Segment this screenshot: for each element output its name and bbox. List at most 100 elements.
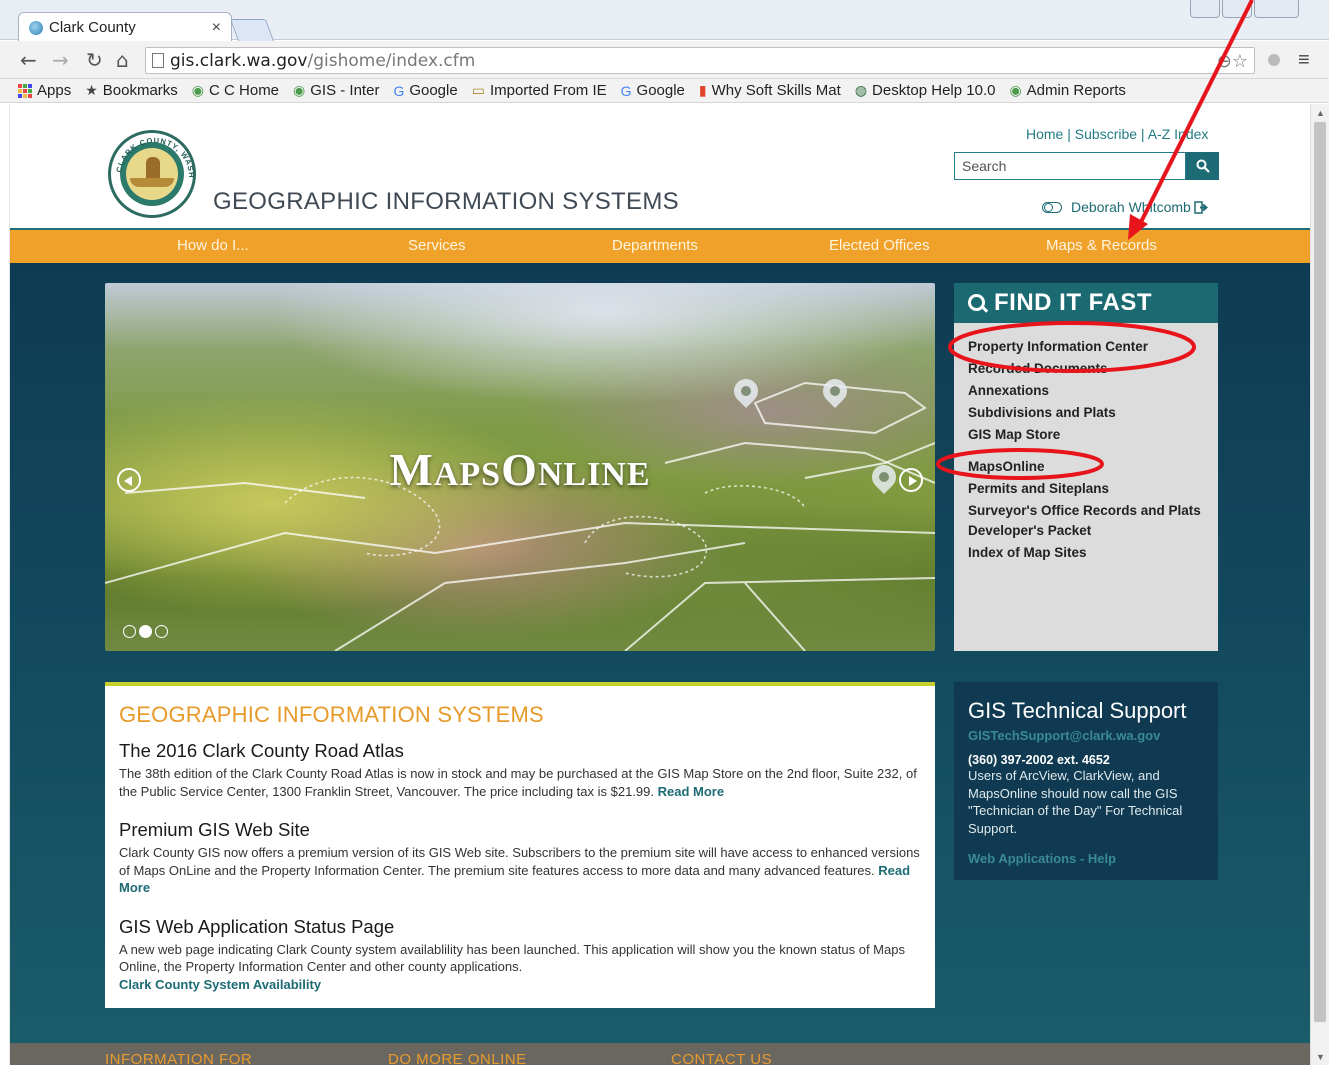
bookmark-item[interactable]: G Google: [393, 82, 457, 99]
menu-icon[interactable]: ≡: [1298, 49, 1310, 72]
article-body: Clark County GIS now offers a premium ve…: [119, 844, 921, 897]
bookmark-item[interactable]: ◍ Desktop Help 10.0: [855, 82, 996, 99]
main-navigation: How do I... Services Departments Elected…: [10, 230, 1310, 263]
toggle-icon[interactable]: [1042, 201, 1062, 213]
find-it-fast-title: FIND IT FAST: [994, 289, 1152, 316]
bookmark-label: Google: [409, 82, 458, 99]
forward-arrow-icon[interactable]: →: [52, 48, 69, 72]
county-seal-icon: ◉: [1009, 82, 1022, 98]
user-name[interactable]: Deborah Whitcomb: [1071, 199, 1191, 215]
link-gis-map-store[interactable]: GIS Map Store: [968, 424, 1204, 446]
county-seal-logo[interactable]: CLARK COUNTY, WASH: [108, 130, 196, 218]
back-arrow-icon[interactable]: ←: [20, 48, 37, 72]
support-email-link[interactable]: GISTechSupport@clark.wa.gov: [968, 728, 1204, 743]
svg-text:CLARK COUNTY, WASH: CLARK COUNTY, WASH: [114, 136, 196, 179]
footer-contact-us[interactable]: CONTACT US: [671, 1051, 772, 1065]
news-content-box: GEOGRAPHIC INFORMATION SYSTEMS The 2016 …: [105, 682, 935, 1008]
browser-tab[interactable]: Clark County ×: [18, 12, 232, 42]
bookmark-label: C C Home: [209, 82, 280, 99]
read-more-link[interactable]: Read More: [658, 784, 724, 799]
url-host: gis.clark.wa.gov: [170, 50, 308, 71]
zoom-star-icons[interactable]: ⊖☆: [1217, 51, 1248, 72]
system-availability-link[interactable]: Clark County System Availability: [119, 977, 321, 992]
web-applications-help-link[interactable]: Web Applications - Help: [968, 851, 1204, 866]
bookmark-label: GIS - Inter: [310, 82, 380, 99]
window-close-button[interactable]: [1254, 0, 1299, 18]
bookmark-label: Desktop Help 10.0: [872, 82, 996, 99]
new-tab-button[interactable]: [229, 19, 275, 41]
apps-grid-icon: [18, 83, 32, 98]
home-link[interactable]: Home: [1026, 126, 1063, 142]
address-bar[interactable]: gis.clark.wa.gov/gishome/index.cfm ⊖☆: [145, 47, 1255, 74]
carousel-prev-icon[interactable]: [117, 468, 141, 492]
site-title[interactable]: GEOGRAPHIC INFORMATION SYSTEMS: [213, 188, 679, 216]
nav-how-do-i[interactable]: How do I...: [177, 237, 249, 254]
carousel-dot-active[interactable]: [139, 625, 152, 638]
scroll-thumb[interactable]: [1314, 122, 1326, 1022]
maximize-button[interactable]: [1222, 0, 1252, 18]
a-z-index-link[interactable]: A-Z Index: [1148, 126, 1209, 142]
bookmark-item[interactable]: ▮ Why Soft Skills Mat: [699, 82, 841, 99]
link-mapsonline[interactable]: MapsOnline: [968, 456, 1204, 478]
scroll-up-icon[interactable]: ▲: [1316, 108, 1325, 118]
bookmark-label: Why Soft Skills Mat: [711, 82, 841, 99]
link-surveyors-office[interactable]: Surveyor's Office Records and Plats: [968, 500, 1204, 520]
link-recorded-documents[interactable]: Recorded Documents: [968, 358, 1204, 380]
carousel-next-icon[interactable]: [899, 468, 923, 492]
link-subdivisions-and-plats[interactable]: Subdivisions and Plats: [968, 402, 1204, 424]
bookmark-item[interactable]: G Google: [621, 82, 685, 99]
bookmark-item[interactable]: ▭ Imported From IE: [472, 82, 607, 99]
bookmark-item[interactable]: ◉ C C Home: [192, 82, 279, 99]
logo-o: O: [501, 444, 538, 495]
minimize-button[interactable]: [1190, 0, 1220, 18]
user-account[interactable]: Deborah Whitcomb: [1042, 199, 1208, 215]
nav-departments[interactable]: Departments: [612, 237, 698, 254]
sign-out-icon[interactable]: [1194, 200, 1208, 214]
subscribe-link[interactable]: Subscribe: [1075, 126, 1137, 142]
search-button[interactable]: [1186, 152, 1219, 180]
hero-carousel[interactable]: MAPSONLINE: [105, 283, 935, 651]
link-annexations[interactable]: Annexations: [968, 380, 1204, 402]
utility-links: Home | Subscribe | A-Z Index: [1026, 126, 1209, 142]
window-left-edge: [0, 104, 10, 1065]
bookmark-item[interactable]: Apps: [18, 82, 71, 99]
google-g-icon: G: [393, 82, 405, 99]
bookmark-item[interactable]: ◉ GIS - Inter: [293, 82, 379, 99]
browser-toolbar: ← → ↻ ⌂ gis.clark.wa.gov/gishome/index.c…: [0, 41, 1329, 79]
link-property-information-center[interactable]: Property Information Center: [968, 336, 1204, 358]
nav-maps-records[interactable]: Maps & Records: [1046, 237, 1157, 254]
find-it-fast-list: Property Information Center Recorded Doc…: [954, 323, 1218, 564]
footer-information-for[interactable]: INFORMATION FOR: [105, 1051, 252, 1065]
extension-icon[interactable]: [1268, 54, 1280, 66]
county-seal-icon: ◉: [191, 82, 205, 98]
support-phone: (360) 397-2002 ext. 4652: [968, 753, 1110, 767]
article-body: A new web page indicating Clark County s…: [119, 941, 921, 994]
bookmark-item[interactable]: ◉ Admin Reports: [1009, 82, 1125, 99]
carousel-dot[interactable]: [123, 625, 136, 638]
article-text: The 38th edition of the Clark County Roa…: [119, 766, 917, 799]
link-developers-packet[interactable]: Developer's Packet: [968, 520, 1204, 542]
tab-close-icon[interactable]: ×: [212, 19, 221, 37]
vertical-scrollbar[interactable]: ▲ ▼: [1310, 104, 1329, 1065]
logo-m: M: [389, 444, 434, 495]
nav-services[interactable]: Services: [408, 237, 466, 254]
find-it-fast-header: FIND IT FAST: [954, 283, 1218, 323]
bookmark-label: Bookmarks: [102, 82, 178, 99]
article-title: GIS Web Application Status Page: [119, 915, 395, 937]
link-permits-and-siteplans[interactable]: Permits and Siteplans: [968, 478, 1204, 500]
seal-lettering: CLARK COUNTY, WASH: [114, 136, 196, 179]
reload-icon[interactable]: ↻: [86, 48, 103, 72]
link-index-of-map-sites[interactable]: Index of Map Sites: [968, 542, 1204, 564]
tech-support-box: GIS Technical Support GISTechSupport@cla…: [954, 682, 1218, 880]
url-path: /gishome/index.cfm: [307, 50, 476, 71]
scroll-down-icon[interactable]: ▼: [1316, 1052, 1325, 1062]
bookmark-item[interactable]: ★ Bookmarks: [85, 82, 178, 99]
home-icon[interactable]: ⌂: [116, 48, 129, 72]
search-input[interactable]: Search: [954, 152, 1186, 180]
carousel-dot[interactable]: [155, 625, 168, 638]
support-title: GIS Technical Support: [968, 698, 1187, 723]
carousel-dots: [123, 625, 168, 638]
nav-elected-offices[interactable]: Elected Offices: [829, 237, 930, 254]
bookmark-label: Admin Reports: [1026, 82, 1126, 99]
footer-do-more-online[interactable]: DO MORE ONLINE: [388, 1051, 527, 1065]
